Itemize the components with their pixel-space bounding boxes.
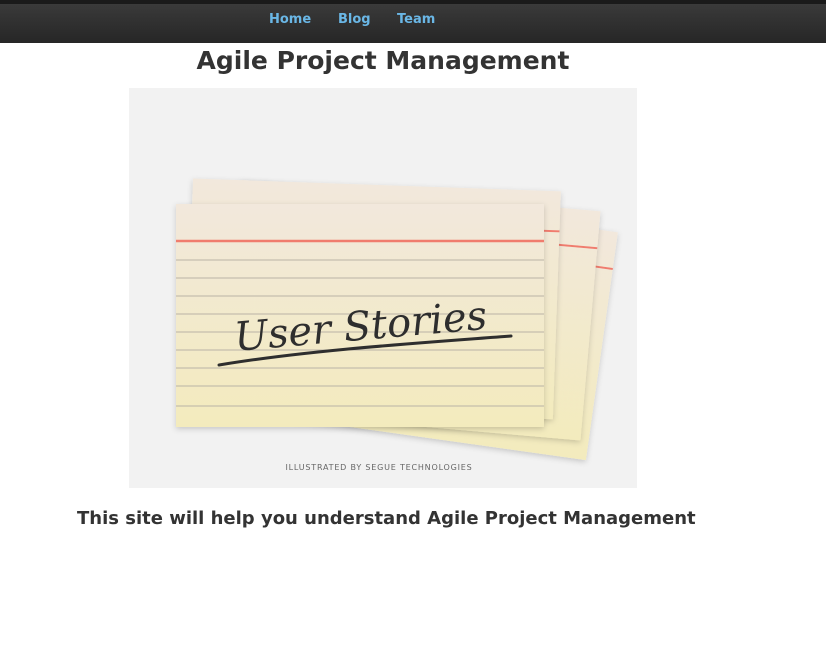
top-navbar: Home Blog Team: [0, 0, 826, 43]
page-title: Agile Project Management: [196, 46, 570, 75]
nav-link-team[interactable]: Team: [397, 12, 435, 28]
user-stories-illustration: User Stories ILLUSTRATED BY SEGUE TECHNO…: [129, 88, 637, 488]
index-cards-graphic: User Stories ILLUSTRATED BY SEGUE TECHNO…: [176, 178, 618, 472]
illustration-credit: ILLUSTRATED BY SEGUE TECHNOLOGIES: [285, 463, 472, 472]
front-card: User Stories: [176, 204, 544, 427]
nav-link-blog[interactable]: Blog: [338, 12, 371, 28]
nav-link-home[interactable]: Home: [269, 12, 311, 28]
tagline: This site will help you understand Agile…: [77, 508, 696, 529]
